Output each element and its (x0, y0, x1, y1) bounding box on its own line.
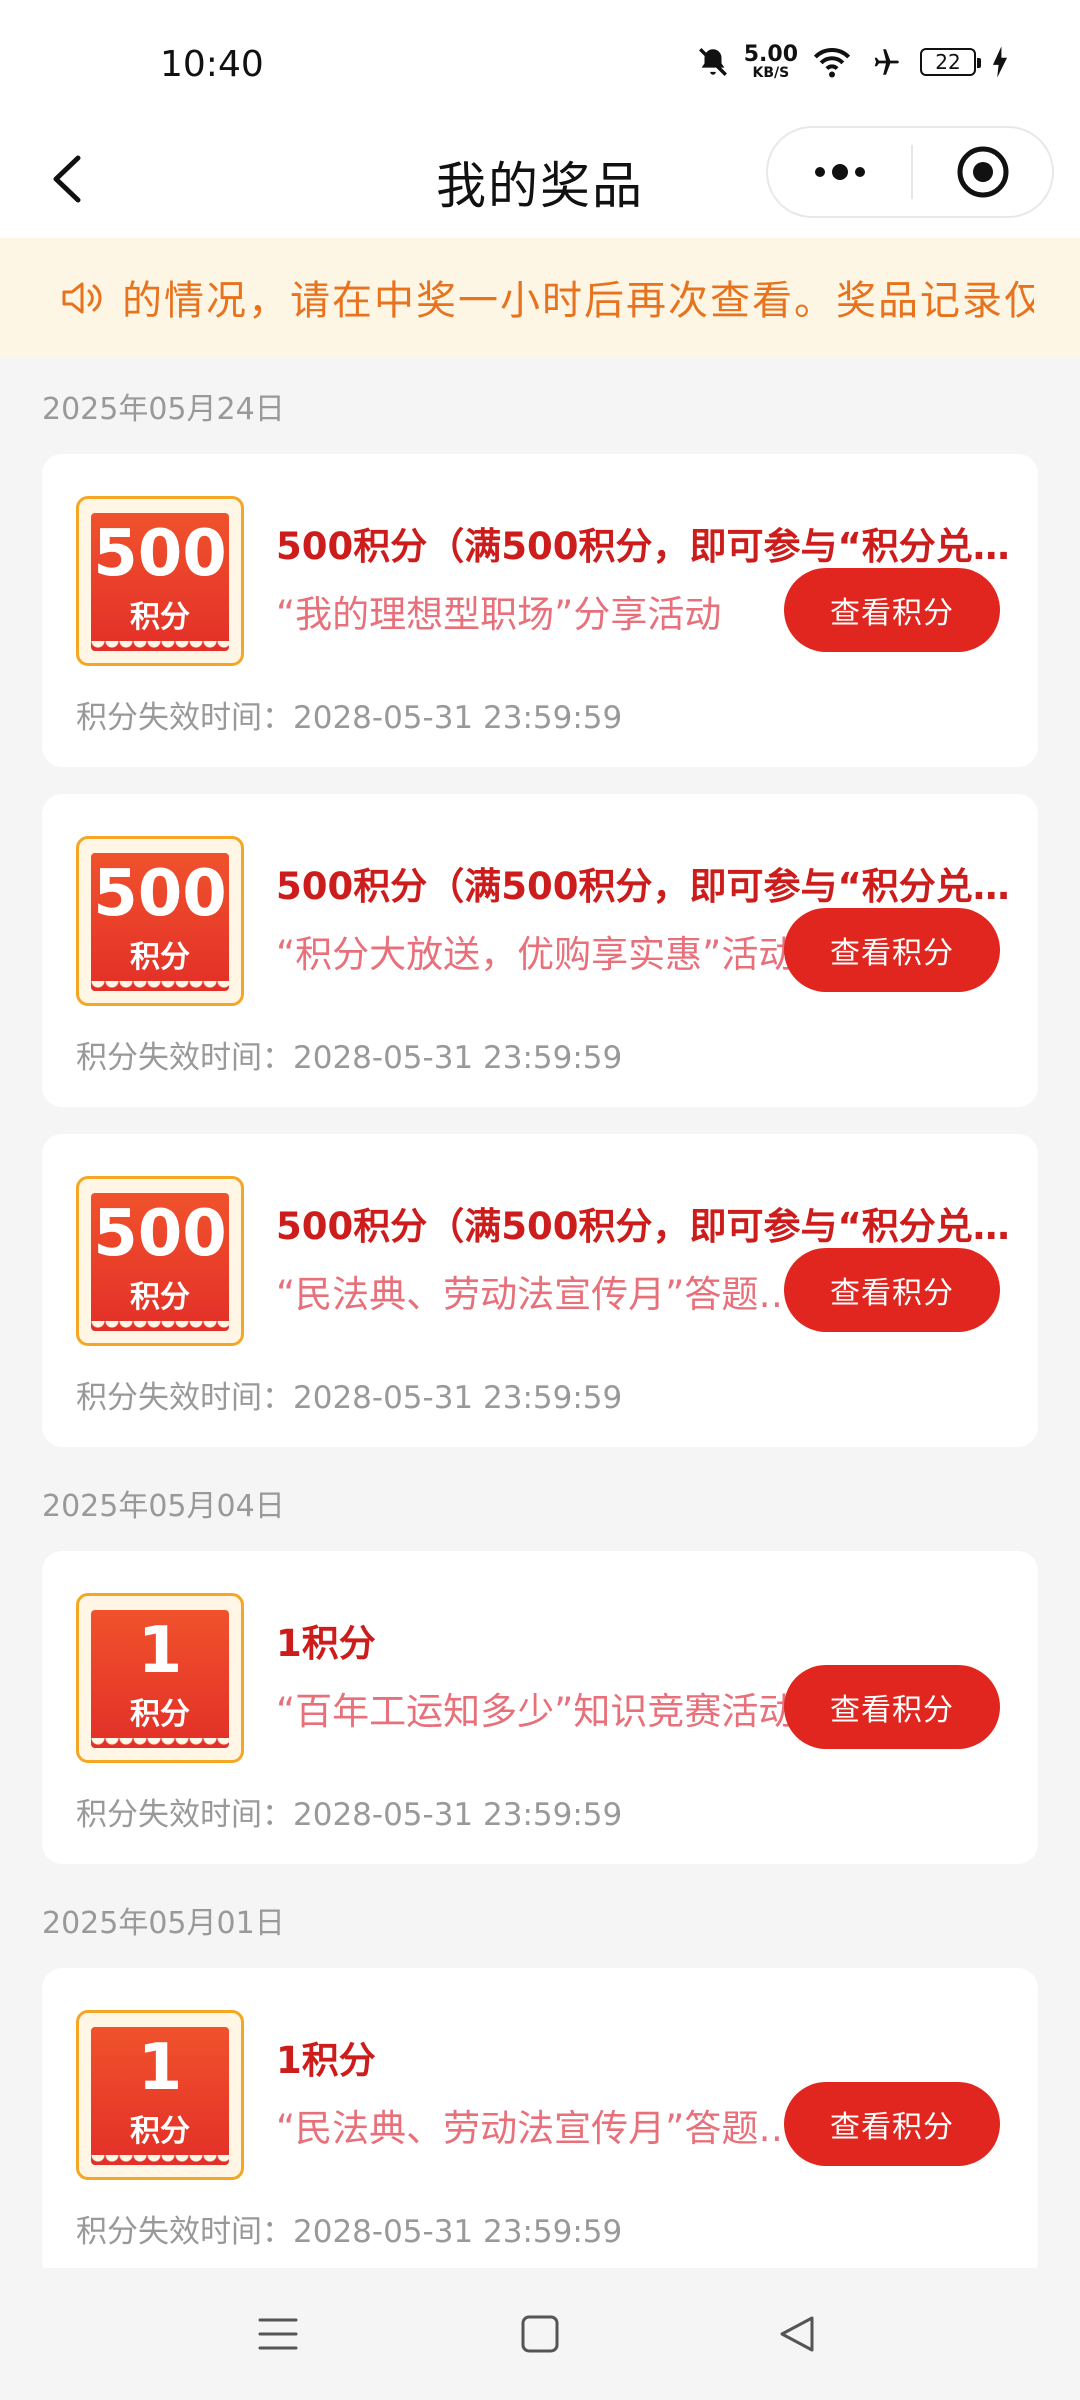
points-badge: 500 积分 (76, 1176, 244, 1346)
points-badge: 1 积分 (76, 1593, 244, 1763)
badge-number: 500 (93, 1197, 227, 1271)
notice-banner: 的情况，请在中奖一小时后再次查看。奖品记录仅 (0, 238, 1080, 358)
menu-icon[interactable] (252, 2308, 304, 2360)
prize-title: 500积分（满500积分，即可参与“积分兑换”活动） (276, 865, 1036, 908)
back-triangle-icon[interactable] (772, 2308, 824, 2360)
prize-card: 500 积分 500积分（满500积分，即可参与“积分兑换”活动） “积分大放送… (42, 794, 1038, 1107)
expire-time: 积分失效时间：2028-05-31 23:59:59 (76, 1040, 623, 1076)
more-dots-icon (814, 164, 865, 180)
expire-time: 积分失效时间：2028-05-31 23:59:59 (76, 700, 623, 736)
status-time: 10:40 (160, 44, 264, 85)
expire-time: 积分失效时间：2028-05-31 23:59:59 (76, 2214, 623, 2250)
status-bar: 10:40 5.00 KB/S 22 (0, 0, 1080, 120)
mini-program-capsule (766, 126, 1054, 218)
expire-time: 积分失效时间：2028-05-31 23:59:59 (76, 1380, 623, 1416)
home-icon[interactable] (514, 2308, 566, 2360)
charging-icon (992, 46, 1008, 78)
airplane-icon (874, 49, 899, 75)
points-badge: 500 积分 (76, 836, 244, 1006)
badge-number: 1 (137, 1614, 183, 1688)
prize-title: 1积分 (276, 1622, 376, 1665)
prize-card: 1 积分 1积分 “百年工运知多少”知识竞赛活动 查看积分 积分失效时间：202… (42, 1551, 1038, 1864)
prize-source: “我的理想型职场”分享活动 (276, 593, 722, 636)
view-points-button[interactable]: 查看积分 (784, 1665, 1000, 1749)
badge-unit: 积分 (130, 1697, 190, 1732)
date-header: 2025年05月01日 (42, 1906, 285, 1941)
status-icons: 5.00 KB/S 22 (696, 44, 1010, 80)
view-points-button[interactable]: 查看积分 (784, 2082, 1000, 2166)
badge-unit: 积分 (130, 1280, 190, 1315)
notice-text: 的情况，请在中奖一小时后再次查看。奖品记录仅 (122, 278, 1034, 324)
close-mini-program-button[interactable] (913, 144, 1052, 200)
bell-muted-icon (698, 48, 727, 76)
view-points-button[interactable]: 查看积分 (784, 908, 1000, 992)
prize-card: 500 积分 500积分（满500积分，即可参与“积分兑换”活动） “民法典、劳… (42, 1134, 1038, 1447)
date-header: 2025年05月24日 (42, 392, 285, 427)
badge-number: 1 (137, 2031, 183, 2105)
badge-unit: 积分 (130, 940, 190, 975)
battery-icon: 22 (920, 48, 981, 76)
prize-source: “百年工运知多少”知识竞赛活动 (276, 1690, 796, 1733)
badge-number: 500 (93, 857, 227, 931)
prize-source: “积分大放送，优购享实惠”活动 (276, 933, 796, 976)
badge-unit: 积分 (130, 2114, 190, 2149)
prize-source: “民法典、劳动法宣传月”答题活动 (276, 2107, 816, 2150)
prize-title: 500积分（满500积分，即可参与“积分兑换”活动） (276, 525, 1036, 568)
date-header: 2025年05月04日 (42, 1489, 285, 1524)
badge-number: 500 (93, 517, 227, 591)
net-speed: 5.00 KB/S (743, 42, 798, 81)
system-nav-bar (0, 2268, 1080, 2400)
expire-time: 积分失效时间：2028-05-31 23:59:59 (76, 1797, 623, 1833)
prize-list: 2025年05月24日 500 积分 500积分（满500积分，即可参与“积分兑… (0, 358, 1080, 2268)
more-button[interactable] (768, 128, 911, 216)
points-badge: 500 积分 (76, 496, 244, 666)
prize-title: 500积分（满500积分，即可参与“积分兑换”活动） (276, 1205, 1036, 1248)
prize-title: 1积分 (276, 2039, 376, 2082)
prize-source: “民法典、劳动法宣传月”答题活动 (276, 1273, 816, 1316)
target-icon (957, 146, 1008, 198)
badge-unit: 积分 (130, 600, 190, 635)
prize-card: 500 积分 500积分（满500积分，即可参与“积分兑换”活动） “我的理想型… (42, 454, 1038, 767)
wifi-icon (813, 48, 851, 78)
speaker-icon (62, 282, 102, 314)
points-badge: 1 积分 (76, 2010, 244, 2180)
view-points-button[interactable]: 查看积分 (784, 1248, 1000, 1332)
view-points-button[interactable]: 查看积分 (784, 568, 1000, 652)
prize-card: 1 积分 1积分 “民法典、劳动法宣传月”答题活动 查看积分 积分失效时间：20… (42, 1968, 1038, 2268)
nav-bar: 我的奖品 (0, 120, 1080, 238)
